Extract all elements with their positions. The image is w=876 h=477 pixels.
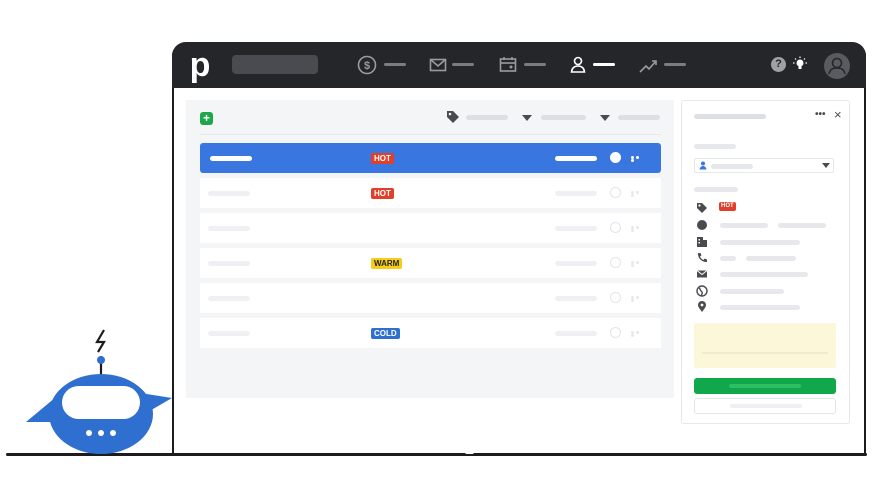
user-icon: [828, 57, 846, 75]
chevron-down-icon: [822, 163, 830, 168]
mail-icon: [696, 270, 708, 278]
app-logo[interactable]: p: [186, 48, 214, 82]
tag-icon[interactable]: [446, 110, 460, 124]
label-badge: COLD: [371, 328, 400, 339]
person-icon: [699, 161, 707, 170]
contact-name: [208, 191, 250, 196]
owner-avatar[interactable]: [610, 187, 621, 198]
detail-value: [720, 305, 800, 310]
nav-item-mail-label: [452, 63, 474, 66]
divider: [200, 134, 661, 135]
more-options-icon[interactable]: •••: [815, 109, 826, 121]
row-more-icon[interactable]: [631, 261, 645, 267]
primary-action-label: [729, 384, 801, 388]
table-row[interactable]: [200, 283, 661, 313]
contact-value: [555, 191, 597, 196]
location-pin-icon: [698, 301, 706, 312]
organization-icon: [697, 220, 707, 230]
detail-value: [778, 223, 826, 228]
detail-value: [720, 272, 808, 277]
note-area[interactable]: [694, 323, 836, 368]
contact-value: [555, 226, 597, 231]
globe-icon: [696, 285, 708, 297]
dollar-icon: $: [357, 55, 377, 75]
contact-name: [208, 226, 250, 231]
close-icon[interactable]: ×: [834, 108, 842, 122]
robot-visor: [62, 386, 140, 419]
phone-icon: [697, 253, 707, 263]
owner-avatar[interactable]: [610, 222, 621, 233]
add-contact-button[interactable]: +: [200, 112, 213, 125]
nav-item-contacts-label: [593, 63, 615, 66]
owner-avatar[interactable]: [610, 152, 621, 163]
lightbulb-icon[interactable]: [792, 56, 808, 72]
primary-action-button[interactable]: [694, 378, 836, 394]
owner-select[interactable]: [694, 158, 834, 173]
sort-label: [541, 115, 586, 120]
contact-value: [555, 261, 597, 266]
owner-name: [711, 164, 753, 169]
label-badge: WARM: [371, 258, 403, 269]
tag-icon: [697, 203, 707, 213]
table-row[interactable]: WARM: [200, 248, 661, 278]
details-heading: [694, 187, 738, 192]
table-row[interactable]: COLD: [200, 318, 661, 348]
detail-title: [694, 114, 766, 119]
lightning-bolt-icon: [95, 329, 106, 353]
owner-filter-label: [618, 115, 660, 120]
owner-avatar[interactable]: [610, 292, 621, 303]
filter-dropdown-caret[interactable]: [522, 115, 532, 121]
owner-heading: [694, 144, 736, 149]
row-more-icon[interactable]: [631, 156, 645, 162]
table-row[interactable]: [200, 213, 661, 243]
secondary-action-button[interactable]: [694, 398, 836, 414]
row-more-icon[interactable]: [631, 331, 645, 337]
owner-avatar[interactable]: [610, 327, 621, 338]
label-badge: HOT: [371, 153, 394, 164]
contact-name: [208, 296, 250, 301]
detail-value: [720, 240, 800, 245]
table-row[interactable]: HOT: [200, 178, 661, 208]
nav-item-insights-label: [664, 63, 686, 66]
detail-value: [720, 223, 768, 228]
svg-text:$: $: [364, 60, 370, 72]
detail-value: [746, 256, 796, 261]
building-icon: [697, 237, 707, 247]
calendar-icon: [499, 57, 517, 72]
contact-value: [555, 156, 597, 161]
nav-item-activities-label: [524, 63, 546, 66]
contacts-icon: [570, 56, 586, 73]
row-more-icon[interactable]: [631, 226, 645, 232]
owner-avatar[interactable]: [610, 257, 621, 268]
sort-dropdown-caret[interactable]: [600, 115, 610, 121]
secondary-action-label: [730, 404, 802, 408]
trend-icon: [639, 60, 657, 73]
robot-mascot: [26, 329, 172, 454]
filter-label: [466, 115, 508, 120]
search-input[interactable]: [232, 55, 318, 74]
detail-value: [720, 289, 784, 294]
contact-name: [208, 331, 250, 336]
nav-item-deals-label: [384, 63, 406, 66]
user-avatar[interactable]: [824, 53, 850, 79]
mail-icon: [429, 58, 447, 72]
detail-label-badge: HOT: [719, 202, 736, 211]
detail-value: [720, 256, 736, 261]
row-more-icon[interactable]: [631, 296, 645, 302]
label-badge: HOT: [371, 188, 394, 199]
ground-line: [473, 453, 867, 456]
row-more-icon[interactable]: [631, 191, 645, 197]
help-icon[interactable]: ?: [771, 57, 786, 72]
contact-name: [210, 156, 252, 161]
contact-name: [208, 261, 250, 266]
note-line: [702, 352, 828, 354]
contact-value: [555, 296, 597, 301]
table-row[interactable]: HOT: [200, 143, 661, 173]
contact-value: [555, 331, 597, 336]
